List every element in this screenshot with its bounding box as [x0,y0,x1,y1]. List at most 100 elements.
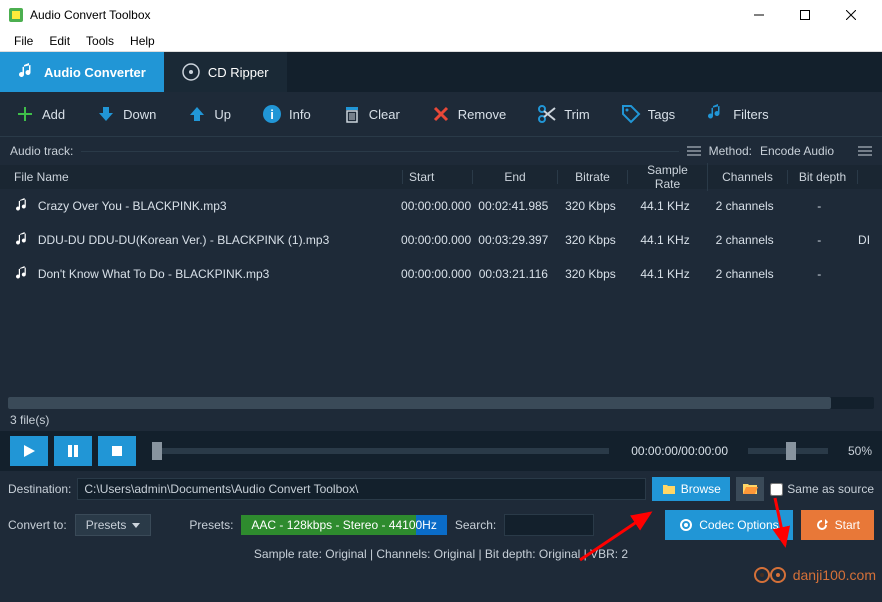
music-note-icon [8,198,38,214]
folder-icon [662,483,676,495]
table-row[interactable]: Crazy Over You - BLACKPINK.mp300:00:00.0… [0,189,882,223]
pause-button[interactable] [54,436,92,466]
filters-button[interactable]: Filters [705,103,768,125]
track-method-row: Audio track: Method: Encode Audio [0,137,882,165]
table-row[interactable]: DDU-DU DDU-DU(Korean Ver.) - BLACKPINK (… [0,223,882,257]
hamburger-icon[interactable] [687,145,701,157]
menubar: File Edit Tools Help [0,30,882,52]
add-button[interactable]: Add [14,103,65,125]
convert-to-label: Convert to: [8,518,67,532]
x-icon [430,103,452,125]
arrow-down-icon [95,103,117,125]
arrow-up-icon [186,103,208,125]
volume-value: 50% [842,444,872,458]
clear-button[interactable]: Clear [341,103,400,125]
cd-icon [182,63,200,81]
start-button[interactable]: Start [801,510,874,540]
refresh-icon [815,518,829,532]
col-start[interactable]: Start [403,170,473,184]
cell-di: DI [854,233,874,247]
file-count: 3 file(s) [0,409,882,431]
play-button[interactable] [10,436,48,466]
trash-icon [341,103,363,125]
codec-options-button[interactable]: Codec Options [665,510,792,540]
menu-file[interactable]: File [6,32,41,50]
col-channels[interactable]: Channels [708,170,788,184]
music-note-icon [8,266,38,282]
titlebar: Audio Convert Toolbox [0,0,882,30]
close-button[interactable] [828,0,874,30]
minimize-button[interactable] [736,0,782,30]
menu-edit[interactable]: Edit [41,32,78,50]
presets-label: Presets: [189,518,233,532]
cell-bitrate: 320 Kbps [556,199,626,213]
search-label: Search: [455,518,496,532]
volume-slider[interactable] [748,448,828,454]
cell-sample: 44.1 KHz [625,199,705,213]
down-button[interactable]: Down [95,103,156,125]
watermark: danji100.com [753,566,876,584]
cell-bitdepth: - [784,199,854,213]
up-button[interactable]: Up [186,103,231,125]
cell-filename: Don't Know What To Do - BLACKPINK.mp3 [38,267,401,281]
same-as-source-checkbox[interactable]: Same as source [770,482,874,496]
music-note-icon [18,63,36,81]
cell-bitdepth: - [784,233,854,247]
audio-track-field[interactable] [81,151,678,152]
remove-button[interactable]: Remove [430,103,506,125]
cell-start: 00:00:00.000 [401,199,471,213]
tab-cd-ripper[interactable]: CD Ripper [164,52,287,92]
trim-button[interactable]: Trim [536,103,590,125]
presets-button[interactable]: Presets [75,514,152,536]
status-text: Sample rate: Original | Channels: Origin… [254,547,628,561]
destination-path-field[interactable]: C:\Users\admin\Documents\Audio Convert T… [77,478,646,500]
hamburger-icon[interactable] [858,145,872,157]
time-display: 00:00:00/00:00:00 [631,444,728,458]
col-sample[interactable]: Sample Rate [628,163,708,191]
tab-label: Audio Converter [44,65,146,80]
scissors-icon [536,103,558,125]
tags-button[interactable]: Tags [620,103,675,125]
cell-sample: 44.1 KHz [625,267,705,281]
browse-button[interactable]: Browse [652,477,730,501]
menu-help[interactable]: Help [122,32,163,50]
player-bar: 00:00:00/00:00:00 50% [0,431,882,471]
cell-bitrate: 320 Kbps [556,233,626,247]
tab-label: CD Ripper [208,65,269,80]
table-header: File Name Start End Bitrate Sample Rate … [0,165,882,189]
table-row[interactable]: Don't Know What To Do - BLACKPINK.mp300:… [0,257,882,291]
cell-bitrate: 320 Kbps [556,267,626,281]
open-folder-button[interactable] [736,477,764,501]
cell-channels: 2 channels [705,267,785,281]
col-bitrate[interactable]: Bitrate [558,170,628,184]
cell-start: 00:00:00.000 [401,233,471,247]
audio-track-label: Audio track: [10,144,73,158]
chevron-down-icon [132,523,140,528]
menu-tools[interactable]: Tools [78,32,122,50]
destination-row: Destination: C:\Users\admin\Documents\Au… [0,471,882,507]
window-title: Audio Convert Toolbox [30,8,736,22]
info-button[interactable]: i Info [261,103,311,125]
search-input[interactable] [504,514,594,536]
col-filename[interactable]: File Name [8,170,403,184]
col-end[interactable]: End [473,170,558,184]
tag-icon [620,103,642,125]
seek-slider[interactable] [152,448,609,454]
method-value[interactable]: Encode Audio [760,144,850,158]
filter-icon [705,103,727,125]
table-body: Crazy Over You - BLACKPINK.mp300:00:00.0… [0,189,882,393]
stop-button[interactable] [98,436,136,466]
preset-value-chip[interactable]: AAC - 128kbps - Stereo - 44100Hz [241,515,446,535]
destination-label: Destination: [8,482,71,496]
status-bar: Sample rate: Original | Channels: Origin… [0,543,882,565]
tab-audio-converter[interactable]: Audio Converter [0,52,164,92]
cell-sample: 44.1 KHz [625,233,705,247]
svg-text:i: i [270,107,274,122]
col-bitdepth[interactable]: Bit depth [788,170,858,184]
cell-end: 00:03:29.397 [471,233,556,247]
maximize-button[interactable] [782,0,828,30]
convert-row: Convert to: Presets Presets: AAC - 128kb… [0,507,882,543]
cell-start: 00:00:00.000 [401,267,471,281]
plus-icon [14,103,36,125]
horizontal-scrollbar[interactable] [8,397,874,409]
